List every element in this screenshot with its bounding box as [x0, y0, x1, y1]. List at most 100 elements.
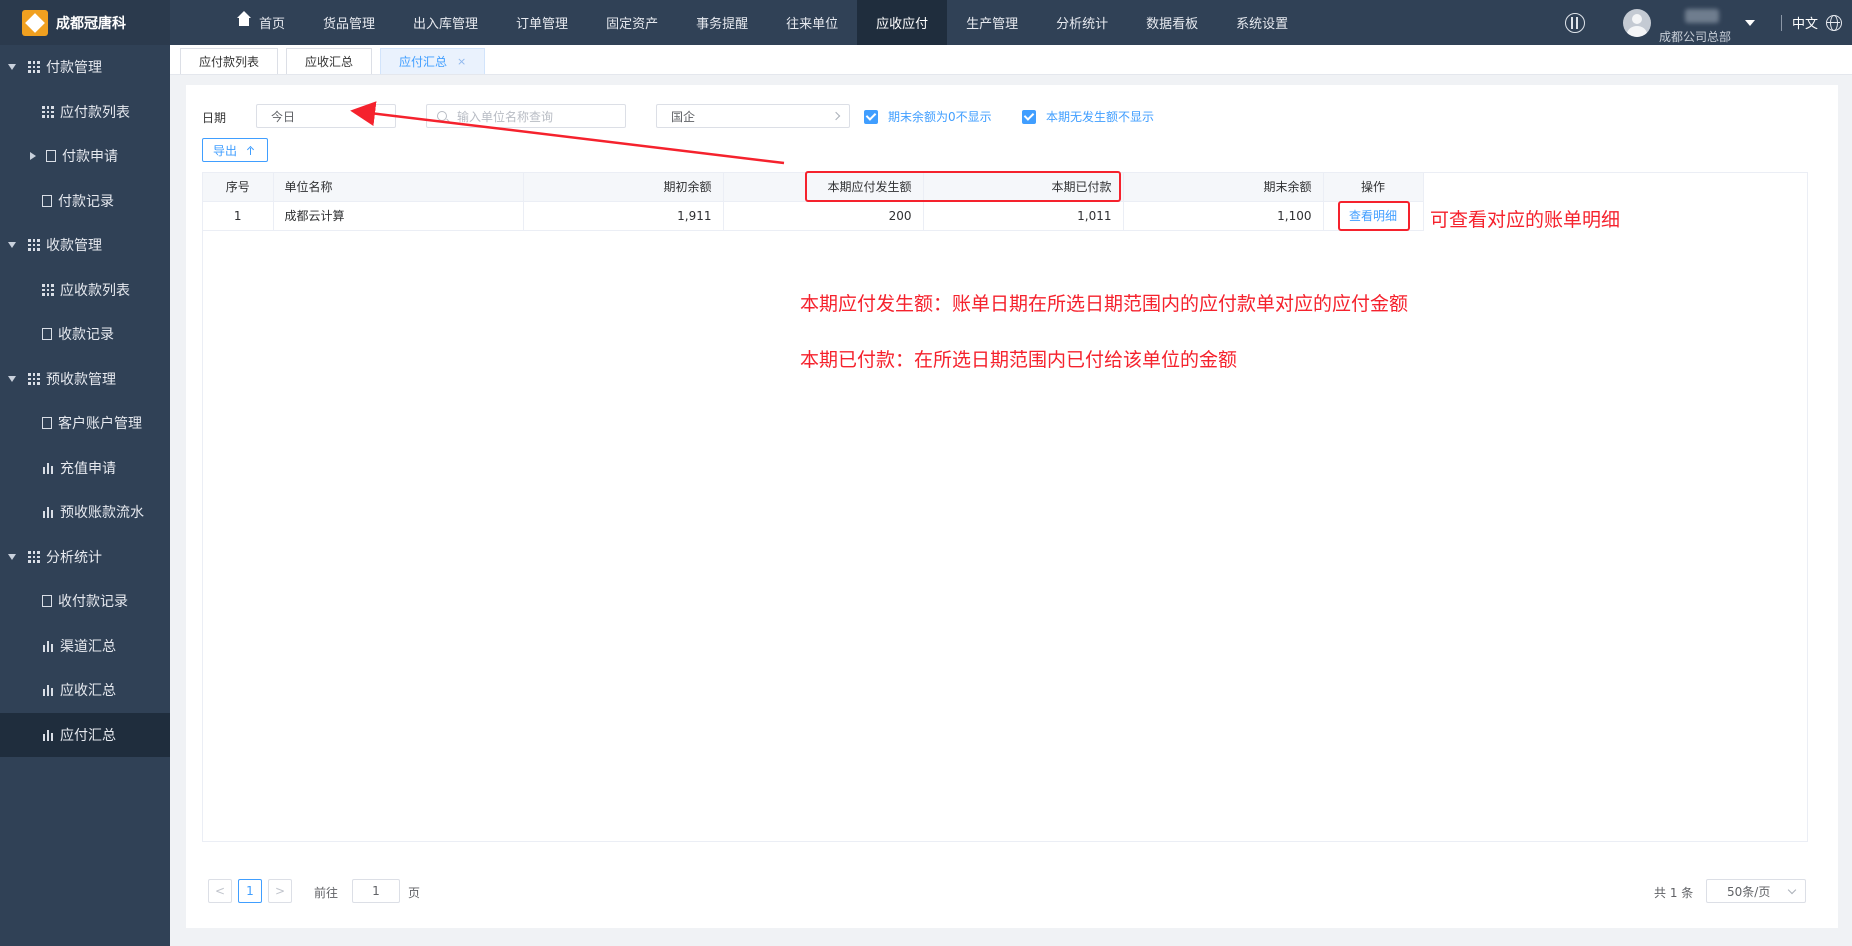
- nav-partners[interactable]: 往来单位: [767, 0, 857, 45]
- bar-chart-icon: [42, 728, 54, 741]
- col-current-paid: 本期已付款: [923, 173, 1124, 202]
- sidebar-item-payment-receipt-records[interactable]: 收付款记录: [0, 579, 170, 624]
- bar-chart-icon: [42, 506, 54, 519]
- user-org: 成都公司总部: [1658, 29, 1731, 44]
- sidebar: 成都冠唐科 付款管理 应付款列表 付款申请 付款记录 收款管理 应收款列表 收款…: [0, 0, 170, 946]
- goto-page-input[interactable]: 1: [352, 879, 400, 903]
- top-navbar: 首页 货品管理 出入库管理 订单管理 固定资产 事务提醒 往来单位 应收应付 生…: [170, 0, 1852, 45]
- hide-no-activity-checkbox[interactable]: 本期无发生额不显示: [1022, 108, 1154, 125]
- sidebar-item-receivable-summary[interactable]: 应收汇总: [0, 668, 170, 713]
- bar-chart-icon: [42, 684, 54, 697]
- grid-icon: [42, 283, 54, 296]
- sidebar-item-receipt-records[interactable]: 收款记录: [0, 312, 170, 357]
- nav-receivable-payable[interactable]: 应收应付: [857, 0, 948, 45]
- grid-icon: [28, 239, 40, 252]
- sidebar-item-prepayment-flow[interactable]: 预收账款流水: [0, 490, 170, 535]
- app-title: 成都冠唐科: [56, 15, 126, 32]
- cell-unit-name: 成都云计算: [273, 201, 524, 231]
- caret-down-icon[interactable]: [1744, 19, 1755, 26]
- nav-inventory[interactable]: 出入库管理: [394, 0, 497, 45]
- cell-index: 1: [203, 201, 274, 231]
- cell-current-payable: 200: [723, 201, 924, 231]
- sidebar-item-payment-request[interactable]: 付款申请: [0, 134, 170, 179]
- tuning-icon[interactable]: [1564, 12, 1585, 33]
- globe-icon[interactable]: [1826, 14, 1842, 31]
- nav-analytics[interactable]: 分析统计: [1037, 0, 1127, 45]
- org-select[interactable]: 国企: [656, 104, 850, 128]
- divider: [1780, 14, 1782, 31]
- sidebar-group-prepayment[interactable]: 预收款管理: [0, 357, 170, 402]
- user-menu[interactable]: 成都公司总部: [1658, 3, 1737, 44]
- tabs-bar: 应付款列表 应收汇总 应付汇总 ×: [170, 45, 1852, 75]
- annotation-current-payable: 本期应付发生额：账单日期在所选日期范围内的应付款单对应的应付金额: [800, 293, 1409, 315]
- sidebar-menu: 付款管理 应付款列表 付款申请 付款记录 收款管理 应收款列表 收款记录 预收款…: [0, 45, 170, 757]
- cell-closing-balance: 1,100: [1123, 201, 1324, 231]
- search-input[interactable]: 输入单位名称查询: [426, 104, 626, 128]
- page-size-select[interactable]: 50条/页: [1706, 879, 1806, 903]
- tab-payable-list[interactable]: 应付款列表: [180, 48, 279, 74]
- nav-settings[interactable]: 系统设置: [1217, 0, 1307, 45]
- sidebar-item-payment-records[interactable]: 付款记录: [0, 179, 170, 224]
- grid-icon: [42, 105, 54, 118]
- nav-assets[interactable]: 固定资产: [587, 0, 677, 45]
- avatar[interactable]: [1622, 8, 1651, 37]
- chevron-down-icon: [1787, 885, 1797, 895]
- sidebar-item-customer-accounts[interactable]: 客户账户管理: [0, 401, 170, 446]
- export-button[interactable]: 导出: [202, 138, 268, 162]
- app-logo[interactable]: 成都冠唐科: [0, 0, 170, 45]
- nav-home[interactable]: 首页: [218, 0, 304, 45]
- col-opening-balance: 期初余额: [523, 173, 724, 202]
- document-icon: [42, 595, 52, 608]
- sidebar-item-recharge-request[interactable]: 充值申请: [0, 446, 170, 491]
- grid-icon: [28, 372, 40, 385]
- tab-payable-summary[interactable]: 应付汇总 ×: [380, 48, 486, 74]
- tab-receivable-summary[interactable]: 应收汇总: [286, 48, 373, 74]
- prev-page-button[interactable]: <: [208, 879, 232, 903]
- pagination: < 1 > 前往 1 页 共 1 条 50条/页: [202, 879, 1808, 909]
- table-header: 序号 单位名称 期初余额 本期应付发生额 本期已付款 期末余额 操作: [203, 173, 1424, 202]
- col-closing-balance: 期末余额: [1123, 173, 1324, 202]
- table-row: 1 成都云计算 1,911 200 1,011 1,100 查看明细: [203, 201, 1424, 231]
- user-name-blurred: [1684, 8, 1719, 23]
- filter-bar: 日期 今日 输入单位名称查询 国企 期末余额为0不显示 本期无发生额不显示: [202, 104, 1822, 130]
- nav-orders[interactable]: 订单管理: [497, 0, 587, 45]
- sidebar-item-payable-summary[interactable]: 应付汇总: [0, 712, 170, 757]
- top-right-tools: 成都公司总部 中文: [1564, 0, 1852, 45]
- sidebar-group-receipt[interactable]: 收款管理: [0, 223, 170, 268]
- nav-goods[interactable]: 货品管理: [304, 0, 394, 45]
- sidebar-group-analytics[interactable]: 分析统计: [0, 535, 170, 580]
- grid-icon: [28, 550, 40, 563]
- bar-chart-icon: [42, 639, 54, 652]
- checkbox-checked-icon: [1022, 109, 1036, 124]
- sidebar-item-payable-list[interactable]: 应付款列表: [0, 90, 170, 135]
- caret-down-icon: [8, 64, 16, 71]
- chevron-right-icon: [831, 111, 841, 121]
- document-icon: [42, 328, 52, 341]
- view-details-link[interactable]: 查看明细: [1349, 209, 1397, 223]
- annotation-current-paid: 本期已付款：在所选日期范围内已付给该单位的金额: [800, 349, 1238, 371]
- caret-down-icon: [8, 375, 16, 382]
- search-icon: [437, 111, 447, 121]
- caret-down-icon: [8, 242, 16, 249]
- sidebar-group-payment[interactable]: 付款管理: [0, 45, 170, 90]
- nav-production[interactable]: 生产管理: [947, 0, 1037, 45]
- next-page-button[interactable]: >: [268, 879, 292, 903]
- hide-zero-balance-checkbox[interactable]: 期末余额为0不显示: [864, 108, 992, 125]
- page-1-button[interactable]: 1: [238, 879, 262, 903]
- document-icon: [42, 417, 52, 430]
- document-icon: [42, 194, 52, 207]
- search-placeholder: 输入单位名称查询: [457, 109, 554, 124]
- caret-down-icon: [8, 553, 16, 560]
- col-unit-name: 单位名称: [273, 173, 524, 202]
- top-nav: 首页 货品管理 出入库管理 订单管理 固定资产 事务提醒 往来单位 应收应付 生…: [218, 0, 1307, 45]
- language-switch[interactable]: 中文: [1792, 13, 1818, 32]
- annotation-view-details: 可查看对应的账单明细: [1430, 209, 1621, 231]
- close-icon[interactable]: ×: [457, 55, 466, 68]
- checkbox-checked-icon: [864, 109, 878, 124]
- sidebar-item-channel-summary[interactable]: 渠道汇总: [0, 624, 170, 669]
- home-icon: [237, 10, 251, 29]
- nav-dashboard[interactable]: 数据看板: [1127, 0, 1217, 45]
- nav-reminders[interactable]: 事务提醒: [677, 0, 767, 45]
- sidebar-item-receivable-list[interactable]: 应收款列表: [0, 268, 170, 313]
- date-select[interactable]: 今日: [256, 104, 396, 128]
